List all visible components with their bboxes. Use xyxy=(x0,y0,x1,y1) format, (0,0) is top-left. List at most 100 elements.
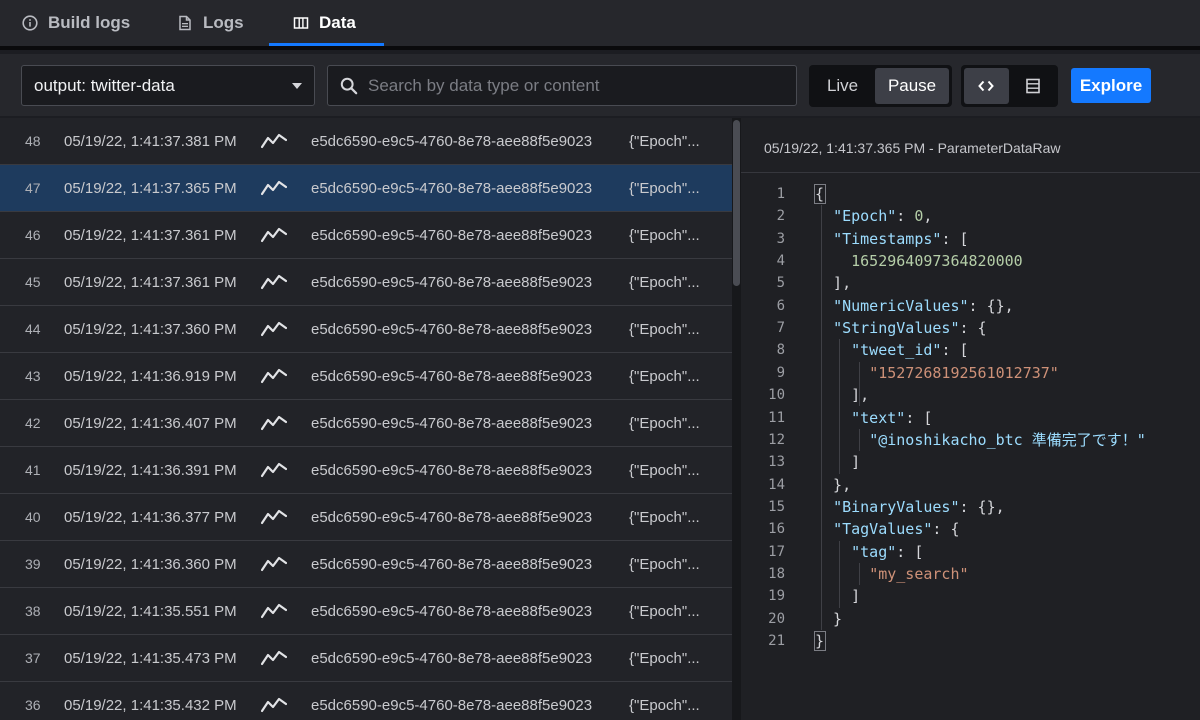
parameter-data-icon xyxy=(261,274,287,290)
explore-button[interactable]: Explore xyxy=(1071,68,1151,103)
line-number: 1 xyxy=(776,186,785,202)
columns-icon xyxy=(293,17,309,29)
tab-label: Build logs xyxy=(48,13,131,32)
pause-button[interactable]: Pause xyxy=(875,68,949,104)
row-stream-id: e5dc6590-e9c5-4760-8e78-aee88f5e9023 xyxy=(311,555,593,573)
table-row[interactable]: 48 05/19/22, 1:41:37.381 PM e5dc6590-e9c5-… xyxy=(0,118,732,165)
line-number: 18 xyxy=(768,565,785,582)
row-timestamp: 05/19/22, 1:41:37.360 PM xyxy=(64,320,237,338)
table-row[interactable]: 44 05/19/22, 1:41:37.360 PM e5dc6590-e9c5-… xyxy=(0,306,732,353)
line-number: 15 xyxy=(768,498,785,515)
line-number: 19 xyxy=(768,588,785,605)
indent-guide xyxy=(839,540,840,608)
row-value: {"Epoch"... xyxy=(629,508,700,526)
row-value: {"Epoch"... xyxy=(629,367,700,385)
row-timestamp: 05/19/22, 1:41:37.365 PM xyxy=(64,179,237,197)
table-row[interactable]: 47 05/19/22, 1:41:37.365 PM e5dc6590-e9c5-… xyxy=(0,165,732,212)
row-number: 42 xyxy=(25,415,41,431)
table-row[interactable]: 37 05/19/22, 1:41:35.473 PM e5dc6590-e9c5-… xyxy=(0,635,732,682)
table-row[interactable]: 42 05/19/22, 1:41:36.407 PM e5dc6590-e9c5-… xyxy=(0,400,732,447)
parameter-data-icon xyxy=(261,650,287,666)
table-row[interactable]: 41 05/19/22, 1:41:36.391 PM e5dc6590-e9c5-… xyxy=(0,447,732,494)
divider xyxy=(741,172,1200,173)
code-view-button[interactable] xyxy=(964,68,1009,104)
table-view-button[interactable] xyxy=(1011,68,1056,104)
tab-logs[interactable]: Logs xyxy=(177,0,244,46)
line-number: 21 xyxy=(768,633,785,649)
live-pause-toggle: Live Pause xyxy=(809,65,952,107)
code-content: "@inoshikacho_btc 準備完了です！" xyxy=(869,430,1146,449)
live-button[interactable]: Live xyxy=(812,68,873,104)
code-content: "Epoch": 0, xyxy=(833,207,933,226)
scrollbar-thumb[interactable] xyxy=(733,120,740,286)
tab-data[interactable]: Data xyxy=(269,0,384,46)
row-value: {"Epoch"... xyxy=(629,555,700,573)
parameter-data-icon xyxy=(261,321,287,337)
row-number: 36 xyxy=(25,697,41,713)
indent-guide xyxy=(821,205,822,630)
table-row[interactable]: 39 05/19/22, 1:41:36.360 PM e5dc6590-e9c5-… xyxy=(0,541,732,588)
table-row[interactable]: 43 05/19/22, 1:41:36.919 PM e5dc6590-e9c5-… xyxy=(0,353,732,400)
line-number: 7 xyxy=(776,320,785,337)
row-value: {"Epoch"... xyxy=(629,414,700,432)
line-number: 12 xyxy=(768,431,785,448)
chevron-down-icon xyxy=(292,82,302,89)
table-row[interactable]: 40 05/19/22, 1:41:36.377 PM e5dc6590-e9c5-… xyxy=(0,494,732,541)
row-timestamp: 05/19/22, 1:41:36.391 PM xyxy=(64,461,237,479)
row-value: {"Epoch"... xyxy=(629,696,700,714)
code-content: "TagValues": { xyxy=(833,520,960,539)
search-box xyxy=(327,65,797,106)
tab-build-logs[interactable]: Build logs xyxy=(22,0,130,46)
row-stream-id: e5dc6590-e9c5-4760-8e78-aee88f5e9023 xyxy=(311,132,593,150)
line-number: 9 xyxy=(776,364,785,381)
code-content: "Timestamps": [ xyxy=(833,229,969,248)
row-stream-id: e5dc6590-e9c5-4760-8e78-aee88f5e9023 xyxy=(311,414,593,432)
code-content: "tag": [ xyxy=(851,542,924,561)
line-number: 13 xyxy=(768,454,785,471)
code-icon xyxy=(978,80,995,92)
table-row[interactable]: 46 05/19/22, 1:41:37.361 PM e5dc6590-e9c5-… xyxy=(0,212,732,259)
code-line: 8 "tweet_id": [ xyxy=(741,339,1200,361)
line-number: 16 xyxy=(768,521,785,538)
code-content: "NumericValues": {}, xyxy=(833,296,1014,315)
row-value: {"Epoch"... xyxy=(629,179,700,197)
line-number: 5 xyxy=(776,275,785,292)
code-line: 19 ] xyxy=(741,585,1200,607)
parameter-data-icon xyxy=(261,462,287,478)
list-scrollbar[interactable] xyxy=(732,118,741,720)
row-timestamp: 05/19/22, 1:41:35.551 PM xyxy=(64,602,237,620)
row-value: {"Epoch"... xyxy=(629,461,700,479)
row-timestamp: 05/19/22, 1:41:36.360 PM xyxy=(64,555,237,573)
row-stream-id: e5dc6590-e9c5-4760-8e78-aee88f5e9023 xyxy=(311,320,593,338)
code-line: 15 "BinaryValues": {}, xyxy=(741,496,1200,518)
document-icon xyxy=(179,15,191,31)
table-row[interactable]: 36 05/19/22, 1:41:35.432 PM e5dc6590-e9c5-… xyxy=(0,682,732,720)
code-content: ], xyxy=(815,386,870,405)
code-line: 1{ xyxy=(741,183,1200,205)
code-line: 21} xyxy=(741,630,1200,652)
tab-bar: Build logs Logs Data xyxy=(0,0,1200,50)
table-row[interactable]: 38 05/19/22, 1:41:35.551 PM e5dc6590-e9c5-… xyxy=(0,588,732,635)
table-row[interactable]: 45 05/19/22, 1:41:37.361 PM e5dc6590-e9c5-… xyxy=(0,259,732,306)
search-input[interactable] xyxy=(368,75,784,96)
row-number: 38 xyxy=(25,603,41,619)
row-value: {"Epoch"... xyxy=(629,320,700,338)
row-stream-id: e5dc6590-e9c5-4760-8e78-aee88f5e9023 xyxy=(311,602,593,620)
output-select-value: output: twitter-data xyxy=(34,75,175,95)
code-line: 11 "text": [ xyxy=(741,407,1200,429)
code-line: 5 ], xyxy=(741,272,1200,294)
code-content: } xyxy=(815,609,843,628)
code-line: 16 "TagValues": { xyxy=(741,518,1200,540)
line-number: 6 xyxy=(776,297,785,314)
parameter-data-icon xyxy=(261,697,287,713)
code-line: 12 "@inoshikacho_btc 準備完了です！" xyxy=(741,429,1200,451)
row-number: 45 xyxy=(25,274,41,290)
code-line: 17 "tag": [ xyxy=(741,541,1200,563)
code-line: 3 "Timestamps": [ xyxy=(741,228,1200,250)
output-select[interactable]: output: twitter-data xyxy=(21,65,315,106)
parameter-data-icon xyxy=(261,415,287,431)
row-stream-id: e5dc6590-e9c5-4760-8e78-aee88f5e9023 xyxy=(311,273,593,291)
parameter-data-icon xyxy=(261,556,287,572)
row-number: 39 xyxy=(25,556,41,572)
line-number: 3 xyxy=(776,230,785,247)
